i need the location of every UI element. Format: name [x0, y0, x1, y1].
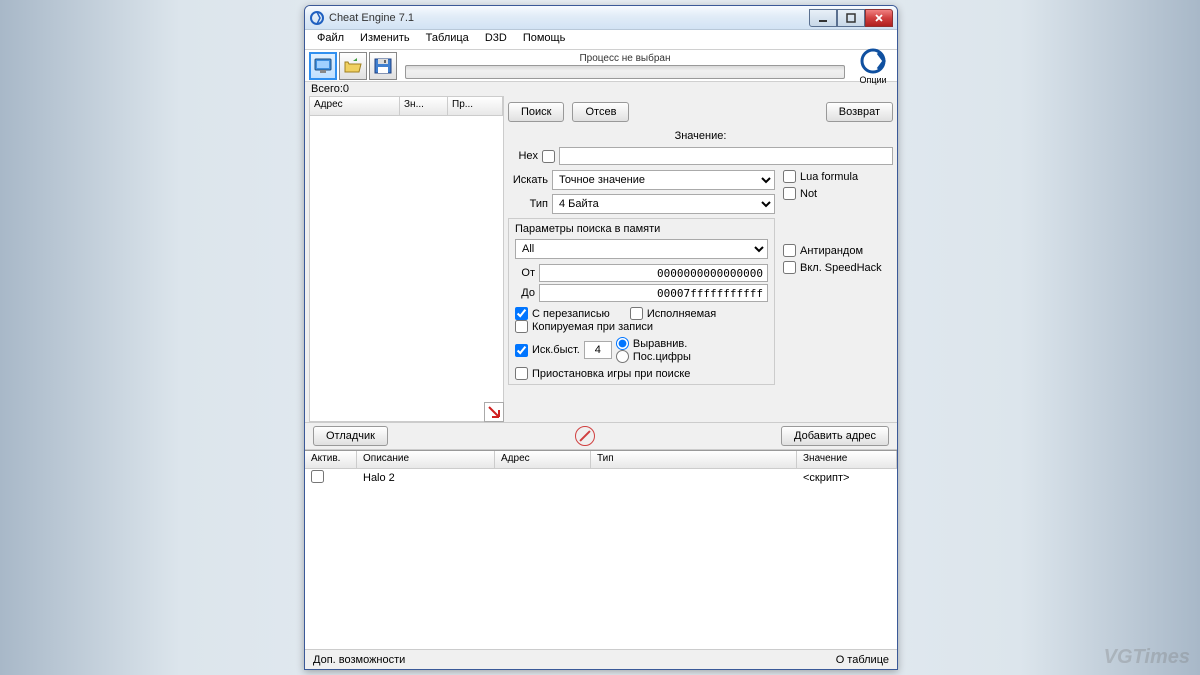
menu-help[interactable]: Помощь: [515, 30, 574, 49]
memory-scan-options: Параметры поиска в памяти All От До: [508, 218, 775, 385]
col-value[interactable]: Зн...: [400, 97, 448, 115]
value-label: Значение:: [508, 130, 893, 142]
open-button[interactable]: [339, 52, 367, 80]
ce-logo-icon[interactable]: [857, 47, 889, 75]
valuetype-select[interactable]: 4 Байта: [552, 194, 775, 214]
scan-panel: Поиск Отсев Возврат Значение: Hex Искать: [508, 96, 893, 422]
memory-region-select[interactable]: All: [515, 239, 768, 259]
fastscan-checkbox[interactable]: [515, 344, 528, 357]
status-right[interactable]: О таблице: [836, 654, 889, 666]
watermark: VGTimes: [1104, 646, 1190, 669]
count-label: Всего:: [311, 83, 343, 95]
fastscan-value-input[interactable]: [584, 341, 612, 359]
col-active[interactable]: Актив.: [305, 451, 357, 468]
save-button[interactable]: [369, 52, 397, 80]
row-value[interactable]: <скрипт>: [797, 472, 897, 484]
address-table-body[interactable]: Halo 2 <скрипт>: [305, 469, 897, 649]
row-description[interactable]: Halo 2: [357, 472, 495, 484]
folder-open-icon: [343, 57, 363, 75]
status-left[interactable]: Доп. возможности: [313, 654, 405, 666]
scan-value-input[interactable]: [559, 147, 893, 165]
menu-edit[interactable]: Изменить: [352, 30, 418, 49]
app-window: Cheat Engine 7.1 Файл Изменить Таблица D…: [304, 5, 898, 670]
next-scan-button[interactable]: Отсев: [572, 102, 629, 122]
address-table: Актив. Описание Адрес Тип Значение Halo …: [305, 450, 897, 649]
arrow-down-right-icon: [487, 405, 501, 419]
add-to-table-button[interactable]: [484, 402, 504, 422]
toolbar: Процесс не выбран Опции: [305, 50, 897, 82]
select-process-button[interactable]: [309, 52, 337, 80]
result-list[interactable]: [309, 116, 504, 422]
window-controls: [809, 9, 893, 27]
result-count: Всего:0: [305, 82, 897, 96]
row-active-checkbox[interactable]: [311, 470, 324, 483]
to-label: До: [515, 287, 535, 299]
cow-checkbox[interactable]: [515, 320, 528, 333]
scantype-label: Искать: [508, 174, 548, 186]
result-list-panel: Адрес Зн... Пр...: [309, 96, 504, 422]
floppy-icon: [373, 57, 393, 75]
col-prev[interactable]: Пр...: [448, 97, 503, 115]
col-address[interactable]: Адрес: [310, 97, 400, 115]
memory-view-button[interactable]: Отладчик: [313, 426, 388, 446]
menu-table[interactable]: Таблица: [418, 30, 477, 49]
upper-panel: Адрес Зн... Пр... Поиск Отсев Возврат Зн…: [305, 96, 897, 422]
not-checkbox[interactable]: [783, 187, 796, 200]
main-area: Адрес Зн... Пр... Поиск Отсев Возврат Зн…: [305, 96, 897, 649]
memory-options-title: Параметры поиска в памяти: [515, 223, 768, 235]
progress-area: Процесс не выбран: [405, 53, 845, 79]
undo-scan-button[interactable]: Возврат: [826, 102, 893, 122]
from-label: От: [515, 267, 535, 279]
process-status: Процесс не выбран: [405, 53, 845, 64]
alignment-radio[interactable]: [616, 337, 629, 350]
range-start-input[interactable]: [539, 264, 768, 282]
col-address[interactable]: Адрес: [495, 451, 591, 468]
logo-area: Опции: [853, 47, 893, 85]
statusbar: Доп. возможности О таблице: [305, 649, 897, 669]
close-button[interactable]: [865, 9, 893, 27]
monitor-icon: [313, 57, 333, 75]
lua-formula-checkbox[interactable]: [783, 170, 796, 183]
window-title: Cheat Engine 7.1: [329, 12, 809, 24]
range-stop-input[interactable]: [539, 284, 768, 302]
first-scan-button[interactable]: Поиск: [508, 102, 564, 122]
col-value[interactable]: Значение: [797, 451, 897, 468]
table-row[interactable]: Halo 2 <скрипт>: [305, 469, 897, 487]
menubar: Файл Изменить Таблица D3D Помощь: [305, 30, 897, 50]
result-list-header: Адрес Зн... Пр...: [309, 96, 504, 116]
maximize-button[interactable]: [837, 9, 865, 27]
add-address-button[interactable]: Добавить адрес: [781, 426, 889, 446]
lastdigits-radio[interactable]: [616, 350, 629, 363]
scantype-select[interactable]: Точное значение: [552, 170, 775, 190]
col-type[interactable]: Тип: [591, 451, 797, 468]
count-value: 0: [343, 83, 349, 95]
middle-toolbar: Отладчик Добавить адрес: [305, 422, 897, 450]
col-description[interactable]: Описание: [357, 451, 495, 468]
antirandom-checkbox[interactable]: [783, 244, 796, 257]
pause-game-checkbox[interactable]: [515, 367, 528, 380]
executable-checkbox[interactable]: [630, 307, 643, 320]
minimize-button[interactable]: [809, 9, 837, 27]
app-icon: [309, 10, 325, 26]
hex-checkbox[interactable]: [542, 150, 555, 163]
titlebar[interactable]: Cheat Engine 7.1: [305, 6, 897, 30]
valuetype-label: Тип: [508, 198, 548, 210]
speedhack-checkbox[interactable]: [783, 261, 796, 274]
address-table-header: Актив. Описание Адрес Тип Значение: [305, 451, 897, 469]
no-entry-icon[interactable]: [575, 426, 595, 446]
hex-label: Hex: [508, 150, 538, 162]
menu-d3d[interactable]: D3D: [477, 30, 515, 49]
menu-file[interactable]: Файл: [309, 30, 352, 49]
writable-checkbox[interactable]: [515, 307, 528, 320]
progress-bar: [405, 65, 845, 79]
